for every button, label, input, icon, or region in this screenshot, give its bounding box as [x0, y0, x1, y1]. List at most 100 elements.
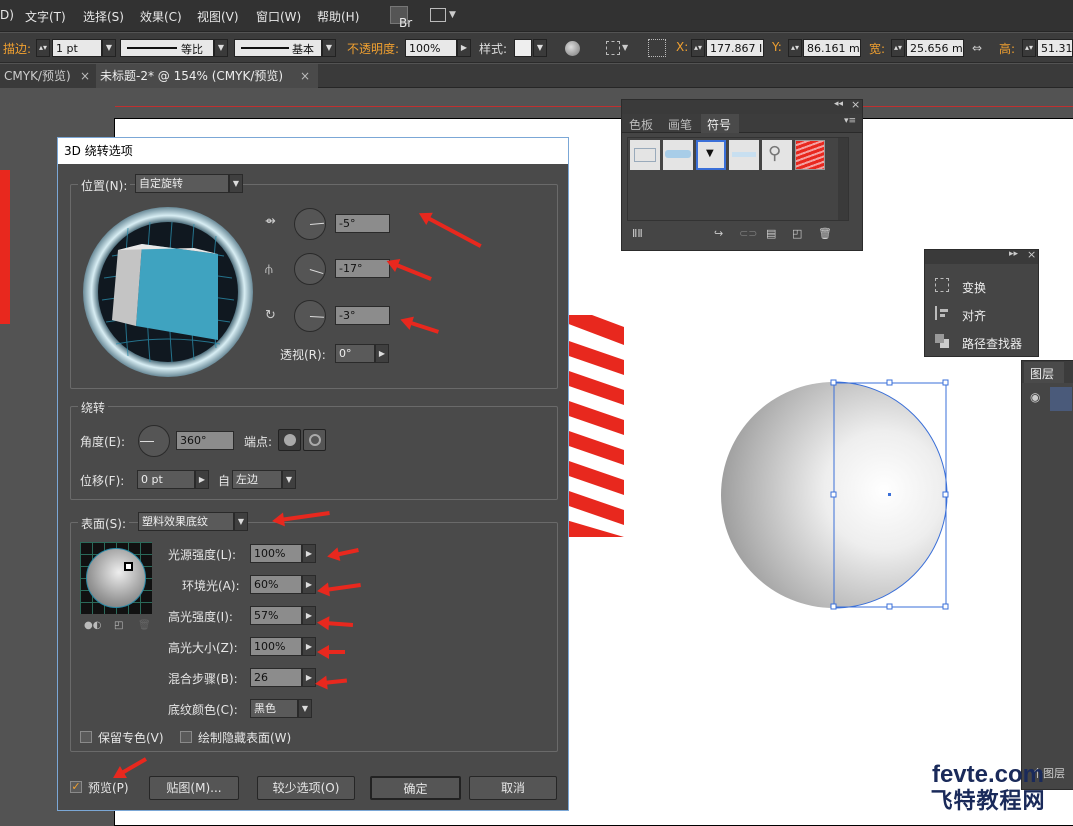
panel-header[interactable]: ◂◂ × — [622, 98, 862, 114]
recolor-artwork-icon[interactable] — [565, 41, 580, 56]
panel-item-pathfinder[interactable]: 路径查找器 — [962, 335, 1022, 352]
trash-icon[interactable]: 🗑 — [818, 227, 832, 240]
stroke-weight-input[interactable]: 1 pt — [52, 39, 102, 57]
shade-color-dropdown[interactable]: ▼ — [298, 699, 312, 718]
new-light-icon[interactable]: ◰ — [114, 620, 123, 631]
symbol-swatch-selected[interactable]: ▼ — [696, 140, 726, 170]
surface-dropdown[interactable]: ▼ — [234, 512, 248, 531]
variable-width-profile[interactable]: 等比 — [120, 39, 214, 57]
highlight-intensity-slider-button[interactable]: ▶ — [302, 606, 316, 625]
symbol-swatch[interactable] — [729, 140, 759, 170]
x-rotation-dial[interactable] — [294, 208, 326, 240]
angle-dial[interactable] — [138, 425, 170, 457]
x-stepper[interactable]: ▴▾ — [691, 39, 705, 57]
panel-item-transform[interactable]: 变换 — [962, 279, 986, 296]
menu-item[interactable]: D) — [0, 8, 14, 22]
tab-brushes[interactable]: 画笔 — [668, 116, 692, 133]
profile-dropdown[interactable]: ▼ — [214, 39, 228, 57]
place-symbol-icon[interactable]: ↪ — [714, 227, 723, 240]
z-rotation-input[interactable]: -3° — [335, 306, 390, 325]
scrollbar[interactable] — [838, 138, 848, 220]
chevron-down-icon[interactable]: ▼ — [449, 10, 456, 20]
preserve-spot-label[interactable]: 保留专色(V) — [98, 729, 164, 746]
close-icon[interactable]: × — [851, 98, 860, 111]
brush-definition[interactable]: 基本 — [234, 39, 322, 57]
symbol-swatch-red-stripes[interactable] — [795, 140, 825, 170]
ok-button[interactable]: 确定 — [370, 776, 461, 800]
preview-label[interactable]: 预览(P) — [88, 779, 129, 796]
offset-slider-button[interactable]: ▶ — [195, 470, 209, 489]
bridge-button[interactable]: Br — [390, 6, 412, 30]
expand-icon[interactable]: ▸▸ — [1009, 249, 1018, 259]
break-link-icon[interactable]: ⊂⊃ — [739, 227, 757, 240]
panel-menu-icon[interactable]: ▾≡ — [844, 116, 856, 126]
offset-input[interactable]: 0 pt — [137, 470, 195, 489]
surface-select[interactable]: 塑料效果底纹 — [138, 512, 234, 531]
menu-view[interactable]: 视图(V) — [197, 8, 239, 25]
graphic-style-swatch[interactable] — [514, 39, 532, 57]
position-select[interactable]: 自定旋转 — [135, 174, 229, 193]
cap-off-button[interactable] — [303, 429, 326, 451]
shade-color-select[interactable]: 黑色 — [250, 699, 298, 718]
stroke-stepper[interactable]: ▴▾ — [36, 39, 50, 57]
perspective-input[interactable]: 0° — [335, 344, 375, 363]
highlight-intensity-input[interactable]: 57% — [250, 606, 302, 625]
chevron-down-icon[interactable]: ▼ — [622, 43, 628, 52]
dialog-title[interactable]: 3D 绕转选项 — [58, 138, 568, 164]
tab-swatches[interactable]: 色板 — [629, 116, 653, 133]
constrain-link-icon[interactable]: ⇔ — [972, 41, 982, 55]
symbol-library-icon[interactable]: ⅡⅡ — [632, 227, 643, 240]
height-input[interactable]: 51.31 — [1037, 39, 1073, 57]
opacity-dropdown[interactable]: ▶ — [457, 39, 471, 57]
symbol-swatch[interactable] — [630, 140, 660, 170]
layer-row[interactable]: ◉ — [1024, 387, 1073, 411]
ambient-light-input[interactable]: 60% — [250, 575, 302, 594]
light-sphere-preview[interactable] — [80, 542, 152, 614]
new-symbol-icon[interactable]: ◰ — [792, 227, 802, 240]
map-art-button[interactable]: 贴图(M)... — [149, 776, 239, 800]
rotation-trackball[interactable] — [82, 206, 254, 378]
light-intensity-slider-button[interactable]: ▶ — [302, 544, 316, 563]
close-icon[interactable]: × — [1027, 248, 1036, 261]
tab-layers[interactable]: 图层 — [1024, 362, 1064, 383]
y-rotation-input[interactable]: -17° — [335, 259, 390, 278]
light-source-handle[interactable] — [124, 562, 133, 571]
symbol-options-icon[interactable]: ▤ — [766, 227, 776, 240]
eye-icon[interactable]: ◉ — [1030, 390, 1040, 404]
tab-document-2[interactable]: 未标题-2* @ 154% (CMYK/预览) × — [96, 64, 318, 88]
perspective-slider-button[interactable]: ▶ — [375, 344, 389, 363]
width-stepper[interactable]: ▴▾ — [891, 39, 905, 57]
angle-input[interactable]: 360° — [176, 431, 234, 450]
draw-hidden-faces-checkbox[interactable] — [180, 731, 192, 743]
draw-hidden-faces-label[interactable]: 绘制隐藏表面(W) — [198, 729, 291, 746]
menu-window[interactable]: 窗口(W) — [256, 8, 301, 25]
reference-point-icon[interactable] — [648, 39, 666, 57]
brush-dropdown[interactable]: ▼ — [322, 39, 336, 57]
y-stepper[interactable]: ▴▾ — [788, 39, 802, 57]
preserve-spot-checkbox[interactable] — [80, 731, 92, 743]
symbol-swatch[interactable] — [663, 140, 693, 170]
width-input[interactable]: 25.656 m — [906, 39, 964, 57]
move-light-back-icon[interactable]: ●◐ — [84, 620, 101, 631]
symbol-swatch[interactable]: ⚲ — [762, 140, 792, 170]
close-icon[interactable]: × — [80, 64, 90, 88]
light-intensity-input[interactable]: 100% — [250, 544, 302, 563]
height-stepper[interactable]: ▴▾ — [1022, 39, 1036, 57]
from-dropdown[interactable]: ▼ — [282, 470, 296, 489]
preview-checkbox[interactable]: ✓ — [70, 781, 82, 793]
opacity-input[interactable]: 100% — [405, 39, 457, 57]
panel-item-align[interactable]: 对齐 — [962, 307, 986, 324]
stroke-weight-dropdown[interactable]: ▼ — [102, 39, 116, 57]
from-select[interactable]: 左边 — [232, 470, 282, 489]
highlight-size-slider-button[interactable]: ▶ — [302, 637, 316, 656]
delete-light-icon[interactable]: 🗑 — [138, 620, 151, 631]
tab-symbols[interactable]: 符号 — [701, 114, 739, 133]
close-icon[interactable]: × — [300, 64, 310, 88]
3d-sphere[interactable] — [716, 378, 956, 613]
collapse-icon[interactable]: ◂◂ — [834, 99, 843, 109]
ambient-light-slider-button[interactable]: ▶ — [302, 575, 316, 594]
arrange-documents-icon[interactable] — [430, 8, 446, 22]
menu-select[interactable]: 选择(S) — [83, 8, 124, 25]
panel-header[interactable]: ▸▸ × — [925, 248, 1038, 264]
y-rotation-dial[interactable] — [294, 253, 326, 285]
